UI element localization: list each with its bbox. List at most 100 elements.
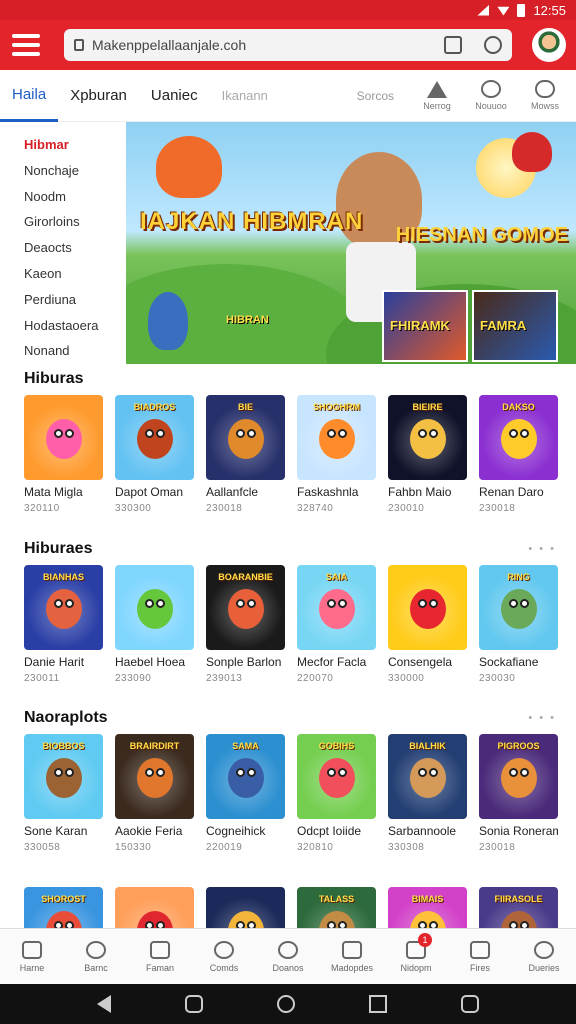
game-thumbnail[interactable] xyxy=(388,565,467,650)
tab-ikanann[interactable]: Ikanann xyxy=(210,70,280,122)
game-thumbnail[interactable]: BIEIRE xyxy=(388,395,467,480)
game-name[interactable]: Fahbn Maio xyxy=(388,485,467,499)
nav-item-fires[interactable]: Fires xyxy=(448,929,512,984)
send-tool-button[interactable]: Nerrog xyxy=(416,80,458,111)
nav-item-harne[interactable]: Harne xyxy=(0,929,64,984)
game-name[interactable]: Sonple Barlon xyxy=(206,655,285,669)
game-name[interactable]: Aallanfcle xyxy=(206,485,285,499)
game-card[interactable]: BIEIRE Fahbn Maio 230010 xyxy=(388,395,467,514)
more-icon[interactable]: • • • xyxy=(528,712,556,724)
avatar[interactable] xyxy=(532,28,566,62)
nav-item-faman[interactable]: Faman xyxy=(128,929,192,984)
game-card[interactable]: BIANHAS Danie Harit 230011 xyxy=(24,565,103,684)
game-thumbnail[interactable]: BOARANBIE xyxy=(206,565,285,650)
game-card[interactable]: PIGROOS Sonia Roneram 230018 xyxy=(479,734,558,853)
game-thumbnail[interactable]: BIANHAS xyxy=(24,565,103,650)
game-thumbnail[interactable]: RING xyxy=(479,565,558,650)
game-thumbnail[interactable]: GOBIHS xyxy=(297,734,376,819)
game-name[interactable]: Haebel Hoea xyxy=(115,655,194,669)
banner-poster-1[interactable]: FHIRAMK xyxy=(382,290,468,362)
tab-uaniec[interactable]: Uaniec xyxy=(139,70,210,122)
game-name[interactable]: Mata Migla xyxy=(24,485,103,499)
game-card[interactable]: BIE Aallanfcle 230018 xyxy=(206,395,285,514)
sidebar-item-nonand[interactable]: Nonand xyxy=(24,338,124,364)
game-thumbnail[interactable] xyxy=(24,395,103,480)
chat-tool-button[interactable]: Nouuoo xyxy=(470,80,512,111)
sidebar-item-perdiuna[interactable]: Perdiuna xyxy=(24,287,124,313)
sidebar-item-hibmar[interactable]: Hibmar xyxy=(24,132,124,158)
game-name[interactable]: Renan Daro xyxy=(479,485,558,499)
game-card[interactable]: SHOROST xyxy=(24,887,103,928)
recents-icon[interactable] xyxy=(185,995,203,1013)
game-card[interactable]: BIALHIK Sarbannoole 330308 xyxy=(388,734,467,853)
game-thumbnail[interactable]: SHOGHRM xyxy=(297,395,376,480)
game-thumbnail[interactable]: BIMAIS xyxy=(388,887,467,928)
tab-haila[interactable]: Haila xyxy=(0,70,59,122)
game-thumbnail[interactable]: SAIA xyxy=(297,565,376,650)
tab-xpburan[interactable]: Xpburan xyxy=(58,70,139,122)
game-name[interactable]: Faskashnla xyxy=(297,485,376,499)
game-thumbnail[interactable]: PIGROOS xyxy=(479,734,558,819)
game-card[interactable]: Haebel Hoea 233090 xyxy=(115,565,194,684)
game-card[interactable]: BRAIRDIRT Aaokie Feria 150330 xyxy=(115,734,194,853)
game-name[interactable]: Odcpt Ioiide xyxy=(297,824,376,838)
game-thumbnail[interactable]: BIADROS xyxy=(115,395,194,480)
game-card[interactable]: GOBIHS Odcpt Ioiide 320810 xyxy=(297,734,376,853)
game-card[interactable]: FIIRASOLE xyxy=(479,887,558,928)
game-thumbnail[interactable] xyxy=(115,887,194,928)
hero-banner[interactable]: IAJKAN HIBMRAN HIESNAN GOMOE HIBRAN FHIR… xyxy=(126,122,576,364)
game-name[interactable]: Sockafiane xyxy=(479,655,558,669)
game-card[interactable]: TALASS xyxy=(297,887,376,928)
sorts-label[interactable]: Sorcos xyxy=(357,89,394,103)
nav-item-nidopm[interactable]: Nidopm 1 xyxy=(384,929,448,984)
game-name[interactable]: Aaokie Feria xyxy=(115,824,194,838)
game-name[interactable]: Sarbannoole xyxy=(388,824,467,838)
game-thumbnail[interactable]: SAMA xyxy=(206,734,285,819)
game-card[interactable]: Consengela 330000 xyxy=(388,565,467,684)
url-text[interactable]: Makenppelallaanjale.coh xyxy=(92,37,422,53)
game-name[interactable]: Mecfor Facla xyxy=(297,655,376,669)
sidebar-item-nonchaje[interactable]: Nonchaje xyxy=(24,158,124,184)
game-card[interactable]: SHOGHRM Faskashnla 328740 xyxy=(297,395,376,514)
game-thumbnail[interactable]: BRAIRDIRT xyxy=(115,734,194,819)
game-name[interactable]: Cogneihick xyxy=(206,824,285,838)
home-button-icon[interactable] xyxy=(277,995,295,1013)
game-thumbnail[interactable]: FIIRASOLE xyxy=(479,887,558,928)
screenshot-icon[interactable] xyxy=(461,995,479,1013)
url-bar[interactable]: Makenppelallaanjale.coh xyxy=(64,29,512,61)
game-thumbnail[interactable]: BIOBBOS xyxy=(24,734,103,819)
game-thumbnail[interactable]: SHOROST xyxy=(24,887,103,928)
game-card[interactable] xyxy=(206,887,285,928)
game-card[interactable]: BIMAIS xyxy=(388,887,467,928)
sidebar-item-deaocts[interactable]: Deaocts xyxy=(24,235,124,261)
refresh-icon[interactable] xyxy=(484,36,502,54)
share-icon[interactable] xyxy=(444,36,462,54)
hamburger-menu-icon[interactable] xyxy=(12,34,40,56)
game-thumbnail[interactable]: DAKSO xyxy=(479,395,558,480)
game-card[interactable]: SAIA Mecfor Facla 220070 xyxy=(297,565,376,684)
game-thumbnail[interactable]: BIE xyxy=(206,395,285,480)
game-name[interactable]: Sonia Roneram xyxy=(479,824,558,838)
game-thumbnail[interactable] xyxy=(206,887,285,928)
sidebar-item-girorloins[interactable]: Girorloins xyxy=(24,209,124,235)
game-name[interactable]: Sone Karan xyxy=(24,824,103,838)
sidebar-item-kaeon[interactable]: Kaeon xyxy=(24,261,124,287)
nav-item-dueries[interactable]: Dueries xyxy=(512,929,576,984)
nav-item-comds[interactable]: Comds xyxy=(192,929,256,984)
game-card[interactable]: BOARANBIE Sonple Barlon 239013 xyxy=(206,565,285,684)
game-card[interactable]: BIOBBOS Sone Karan 330058 xyxy=(24,734,103,853)
game-thumbnail[interactable] xyxy=(115,565,194,650)
nav-item-barnc[interactable]: Barnc xyxy=(64,929,128,984)
sidebar-item-noodm[interactable]: Noodm xyxy=(24,184,124,210)
overview-icon[interactable] xyxy=(369,995,387,1013)
cloud-tool-button[interactable]: Mowss xyxy=(524,80,566,111)
sidebar-item-hodastaoera[interactable]: Hodastaoera xyxy=(24,313,124,339)
game-card[interactable]: Mata Migla 320110 xyxy=(24,395,103,514)
nav-item-madopdes[interactable]: Madopdes xyxy=(320,929,384,984)
game-thumbnail[interactable]: BIALHIK xyxy=(388,734,467,819)
game-thumbnail[interactable]: TALASS xyxy=(297,887,376,928)
game-card[interactable] xyxy=(115,887,194,928)
game-name[interactable]: Danie Harit xyxy=(24,655,103,669)
game-card[interactable]: SAMA Cogneihick 220019 xyxy=(206,734,285,853)
game-card[interactable]: RING Sockafiane 230030 xyxy=(479,565,558,684)
